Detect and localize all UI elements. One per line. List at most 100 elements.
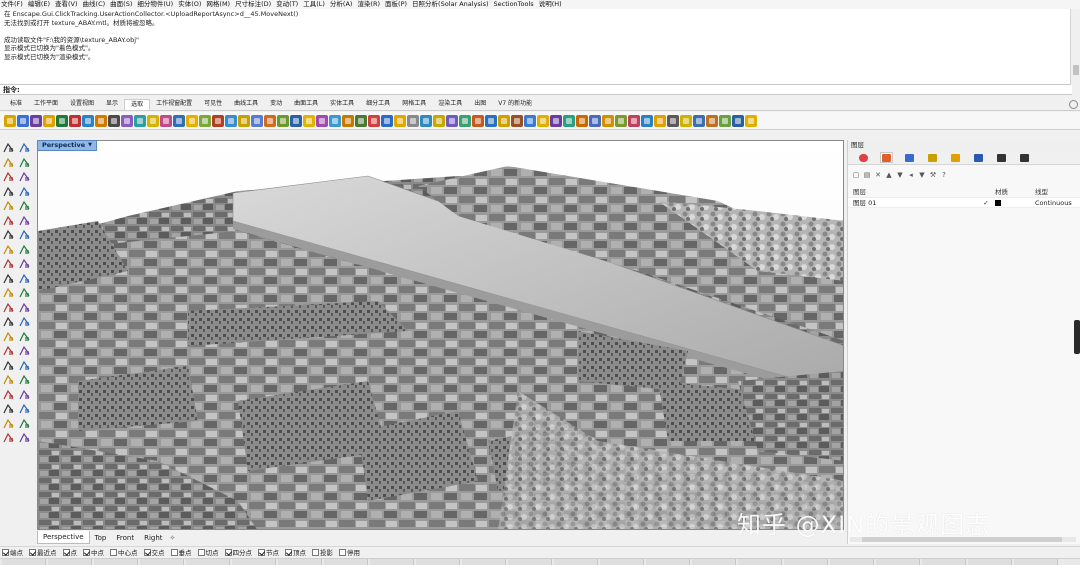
status-segment[interactable] [784,559,828,565]
gear-icon[interactable] [1069,100,1078,109]
line-icon[interactable] [2,157,15,169]
move-icon[interactable] [2,302,15,314]
toolbar-button-icon[interactable] [212,114,224,127]
menu-item[interactable]: 曲线(C) [82,0,110,9]
viewport-title[interactable]: Perspective ▼ [37,140,98,151]
menu-item[interactable]: 渲染(R) [356,0,384,9]
toolbar-button-icon[interactable] [576,114,588,127]
toolbar-button-icon[interactable] [355,114,367,127]
status-segment[interactable] [140,559,184,565]
toolbar-button-icon[interactable] [17,114,29,127]
render-icon[interactable] [18,374,31,386]
status-segment[interactable] [508,559,552,565]
toolbar-button-icon[interactable] [537,114,549,127]
toolbar-button-icon[interactable] [459,114,471,127]
status-segment[interactable] [324,559,368,565]
toolbar-button-icon[interactable] [498,114,510,127]
toolbar-button-icon[interactable] [641,114,653,127]
status-segment[interactable] [370,559,414,565]
tab-0[interactable]: 标准 [4,99,28,110]
menu-item[interactable]: 编辑(E) [27,0,54,9]
osnap-option[interactable]: 点 [62,547,77,557]
toolbar-button-icon[interactable] [225,114,237,127]
menu-item[interactable]: SectionTools [493,0,538,9]
camera-icon[interactable] [995,152,1008,163]
osnap-option[interactable]: 端点 [2,547,23,557]
filter-icon[interactable]: ▼ [918,171,926,179]
tools-icon[interactable]: ⚒ [929,171,937,179]
toolbar-button-icon[interactable] [381,114,393,127]
status-segment[interactable] [554,559,598,565]
current-layer-check[interactable]: ✓ [977,198,995,207]
explode-icon[interactable] [18,287,31,299]
toolbar-button-icon[interactable] [524,114,536,127]
toolbar-button-icon[interactable] [264,114,276,127]
toolbar-button-icon[interactable] [420,114,432,127]
check-icon[interactable] [2,432,15,444]
sphere-icon[interactable] [18,229,31,241]
delete-icon[interactable]: ✕ [874,171,882,179]
tab-12[interactable]: 网格工具 [396,99,432,110]
osnap-option[interactable]: 停用 [339,547,360,557]
status-segment[interactable] [922,559,966,565]
tab-3[interactable]: 显示 [100,99,124,110]
point-icon[interactable] [18,142,31,154]
menu-item[interactable]: 查看(V) [54,0,82,9]
copy-icon[interactable] [18,302,31,314]
tab-5[interactable]: 工作视窗配置 [150,99,198,110]
menu-item[interactable]: 细分物件(U) [136,0,177,9]
tab-7[interactable]: 曲线工具 [228,99,264,110]
freeform-icon[interactable] [18,200,31,212]
status-segment[interactable] [94,559,138,565]
status-segment[interactable] [600,559,644,565]
column-header-material[interactable]: 材质 [995,187,1035,197]
perspective-viewport[interactable] [37,140,844,530]
circle-icon[interactable] [2,171,15,183]
osnap-checkbox[interactable] [312,548,319,556]
chevron-down-icon[interactable]: ▼ [88,140,92,151]
toolbar-button-icon[interactable] [121,114,133,127]
menu-item[interactable]: 网格(M) [205,0,234,9]
toolbar-button-icon[interactable] [277,114,289,127]
osnap-option[interactable]: 顶点 [285,547,306,557]
cyl-icon[interactable] [2,244,15,256]
block-icon[interactable] [18,360,31,372]
tab-8[interactable]: 变动 [264,99,288,110]
surf-icon[interactable] [2,258,15,270]
osnap-checkbox[interactable] [62,548,70,556]
new-sublayer-icon[interactable]: ▤ [863,171,871,179]
join-icon[interactable] [2,287,15,299]
osnap-checkbox[interactable] [2,548,9,556]
command-prompt-dropdown[interactable] [1072,85,1080,95]
toolbar-button-icon[interactable] [706,114,718,127]
menu-item[interactable]: 尺寸标注(D) [234,0,275,9]
toolbar-button-icon[interactable] [251,114,263,127]
toolbar-button-icon[interactable] [563,114,575,127]
status-segment[interactable] [48,559,92,565]
tab-13[interactable]: 渲染工具 [432,99,468,110]
osnap-checkbox[interactable] [110,548,117,556]
viewport-tab-1[interactable]: Top [90,532,112,544]
toolbar-button-icon[interactable] [303,114,315,127]
up-level-icon[interactable]: ◂ [907,171,915,179]
tab-2[interactable]: 设置视图 [64,99,100,110]
osnap-option[interactable]: 切点 [197,547,219,557]
boolean-icon[interactable] [2,273,15,285]
snap-icon[interactable] [2,389,15,401]
toolbar-button-icon[interactable] [680,114,692,127]
osnap-checkbox[interactable] [29,548,36,556]
array-icon[interactable] [18,331,31,343]
toolbar-button-icon[interactable] [394,114,406,127]
monitor-icon[interactable] [1018,152,1031,163]
rotate-icon[interactable] [2,316,15,328]
scale-icon[interactable] [18,316,31,328]
toolbar-button-icon[interactable] [433,114,445,127]
toolbar-button-icon[interactable] [446,114,458,127]
status-segment[interactable] [830,559,874,565]
toolbar-button-icon[interactable] [56,114,68,127]
status-segment[interactable] [232,559,276,565]
tab-11[interactable]: 细分工具 [360,99,396,110]
status-segment[interactable] [646,559,690,565]
toolbar-button-icon[interactable] [654,114,666,127]
osnap-option[interactable]: 投影 [312,547,333,557]
